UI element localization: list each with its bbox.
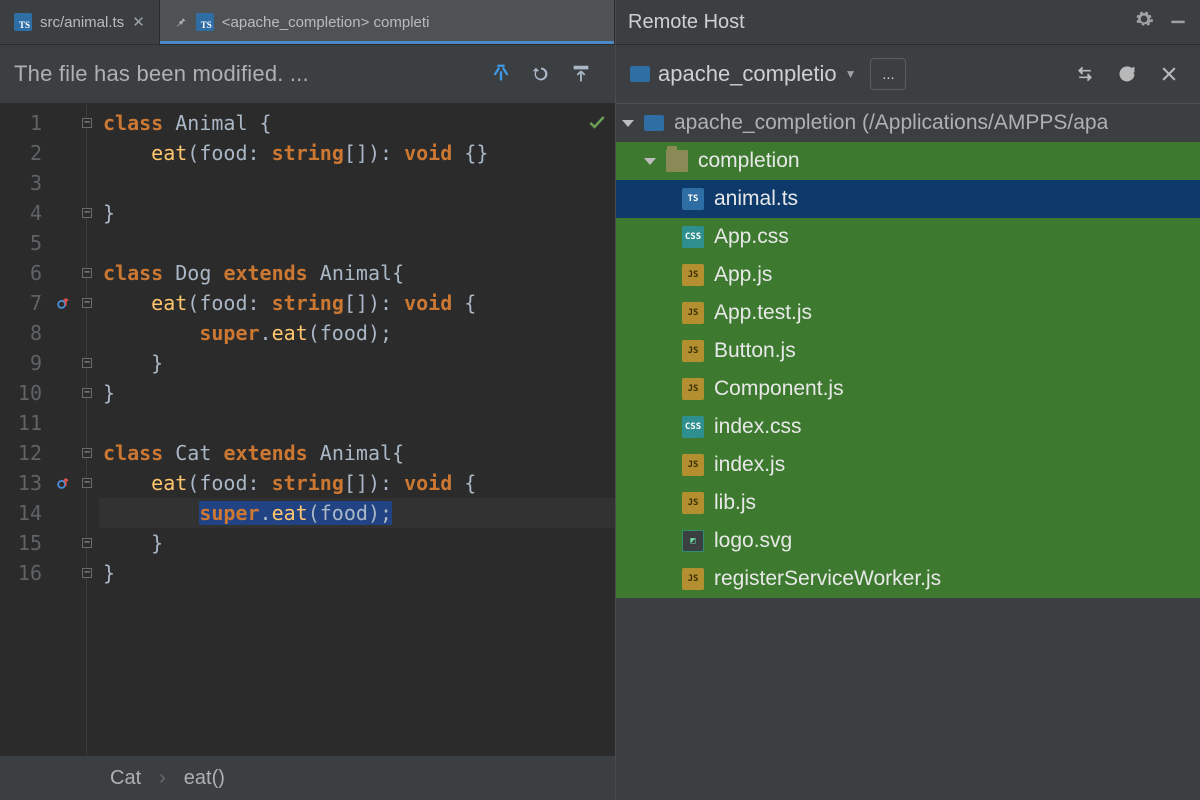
tree-file[interactable]: JSButton.js <box>616 332 1200 370</box>
js-icon: JS <box>682 492 704 514</box>
editor-tabs: TS src/animal.ts ✕ TS <apache_completion… <box>0 0 615 44</box>
js-icon: JS <box>682 340 704 362</box>
code-body[interactable]: class Animal { eat(food: string[]): void… <box>99 104 615 756</box>
server-selector[interactable]: apache_completio ▼ <box>630 61 856 87</box>
tree-file[interactable]: JSindex.js <box>616 446 1200 484</box>
remote-panel: Remote Host apache_completio ▼ ... apach… <box>616 0 1200 800</box>
js-icon: JS <box>682 264 704 286</box>
more-button[interactable]: ... <box>870 58 906 90</box>
gear-icon[interactable] <box>1134 9 1154 35</box>
js-icon: JS <box>682 454 704 476</box>
tree-file[interactable]: JSComponent.js <box>616 370 1200 408</box>
server-icon <box>644 115 664 131</box>
server-icon <box>630 66 650 82</box>
chevron-down-icon <box>622 120 634 127</box>
folder-icon <box>666 150 688 172</box>
tree-file[interactable]: TSanimal.ts <box>616 180 1200 218</box>
close-icon[interactable]: ✕ <box>132 13 145 31</box>
chevron-down-icon <box>644 158 656 165</box>
remote-titlebar: Remote Host <box>616 0 1200 44</box>
breadcrumb-part[interactable]: Cat <box>110 767 141 790</box>
server-name: apache_completio <box>658 61 837 87</box>
tree-file[interactable]: CSSApp.css <box>616 218 1200 256</box>
fold-column <box>75 104 99 756</box>
editor-tab-0[interactable]: TS src/animal.ts ✕ <box>0 0 160 44</box>
breadcrumb[interactable]: Cat › eat() <box>0 756 615 800</box>
tree-file[interactable]: JSregisterServiceWorker.js <box>616 560 1200 598</box>
merge-icon[interactable] <box>481 54 521 94</box>
tab-label: src/animal.ts <box>40 14 124 31</box>
upload-icon[interactable] <box>561 54 601 94</box>
minimize-icon[interactable] <box>1168 9 1188 35</box>
refresh-icon[interactable] <box>1110 57 1144 91</box>
tab-label: <apache_completion> completi <box>222 14 430 31</box>
editor-pane: TS src/animal.ts ✕ TS <apache_completion… <box>0 0 615 800</box>
js-icon: JS <box>682 568 704 590</box>
tree-file[interactable]: JSApp.js <box>616 256 1200 294</box>
line-numbers: 12345678910111213141516 <box>0 104 50 756</box>
ts-icon: TS <box>196 13 214 31</box>
remote-tree[interactable]: apache_completion (/Applications/AMPPS/a… <box>616 104 1200 800</box>
tree-file[interactable]: CSSindex.css <box>616 408 1200 446</box>
editor-tab-1[interactable]: TS <apache_completion> completi <box>160 0 615 44</box>
js-icon: JS <box>682 302 704 324</box>
chevron-right-icon: › <box>159 767 166 790</box>
status-ok-icon <box>587 110 607 140</box>
tree-folder[interactable]: completion <box>616 142 1200 180</box>
undo-icon[interactable] <box>521 54 561 94</box>
js-icon: JS <box>682 378 704 400</box>
tree-file[interactable]: ◩logo.svg <box>616 522 1200 560</box>
pin-icon <box>174 15 188 29</box>
diff-icon[interactable] <box>1068 57 1102 91</box>
gutter-markers <box>50 104 75 756</box>
code-editor[interactable]: 12345678910111213141516 class Animal { e… <box>0 104 615 756</box>
tree-file[interactable]: JSlib.js <box>616 484 1200 522</box>
tree-root[interactable]: apache_completion (/Applications/AMPPS/a… <box>616 104 1200 142</box>
panel-title: Remote Host <box>628 11 745 34</box>
tree-file[interactable]: JSApp.test.js <box>616 294 1200 332</box>
breadcrumb-part[interactable]: eat() <box>184 767 225 790</box>
ts-icon: TS <box>682 188 704 210</box>
infobar-message: The file has been modified. ... <box>14 61 481 87</box>
css-icon: CSS <box>682 416 704 438</box>
editor-infobar: The file has been modified. ... <box>0 44 615 104</box>
ts-icon: TS <box>14 13 32 31</box>
chevron-down-icon: ▼ <box>845 67 857 81</box>
css-icon: CSS <box>682 226 704 248</box>
svg-icon: ◩ <box>682 530 704 552</box>
remote-toolbar: apache_completio ▼ ... <box>616 44 1200 104</box>
close-icon[interactable] <box>1152 57 1186 91</box>
